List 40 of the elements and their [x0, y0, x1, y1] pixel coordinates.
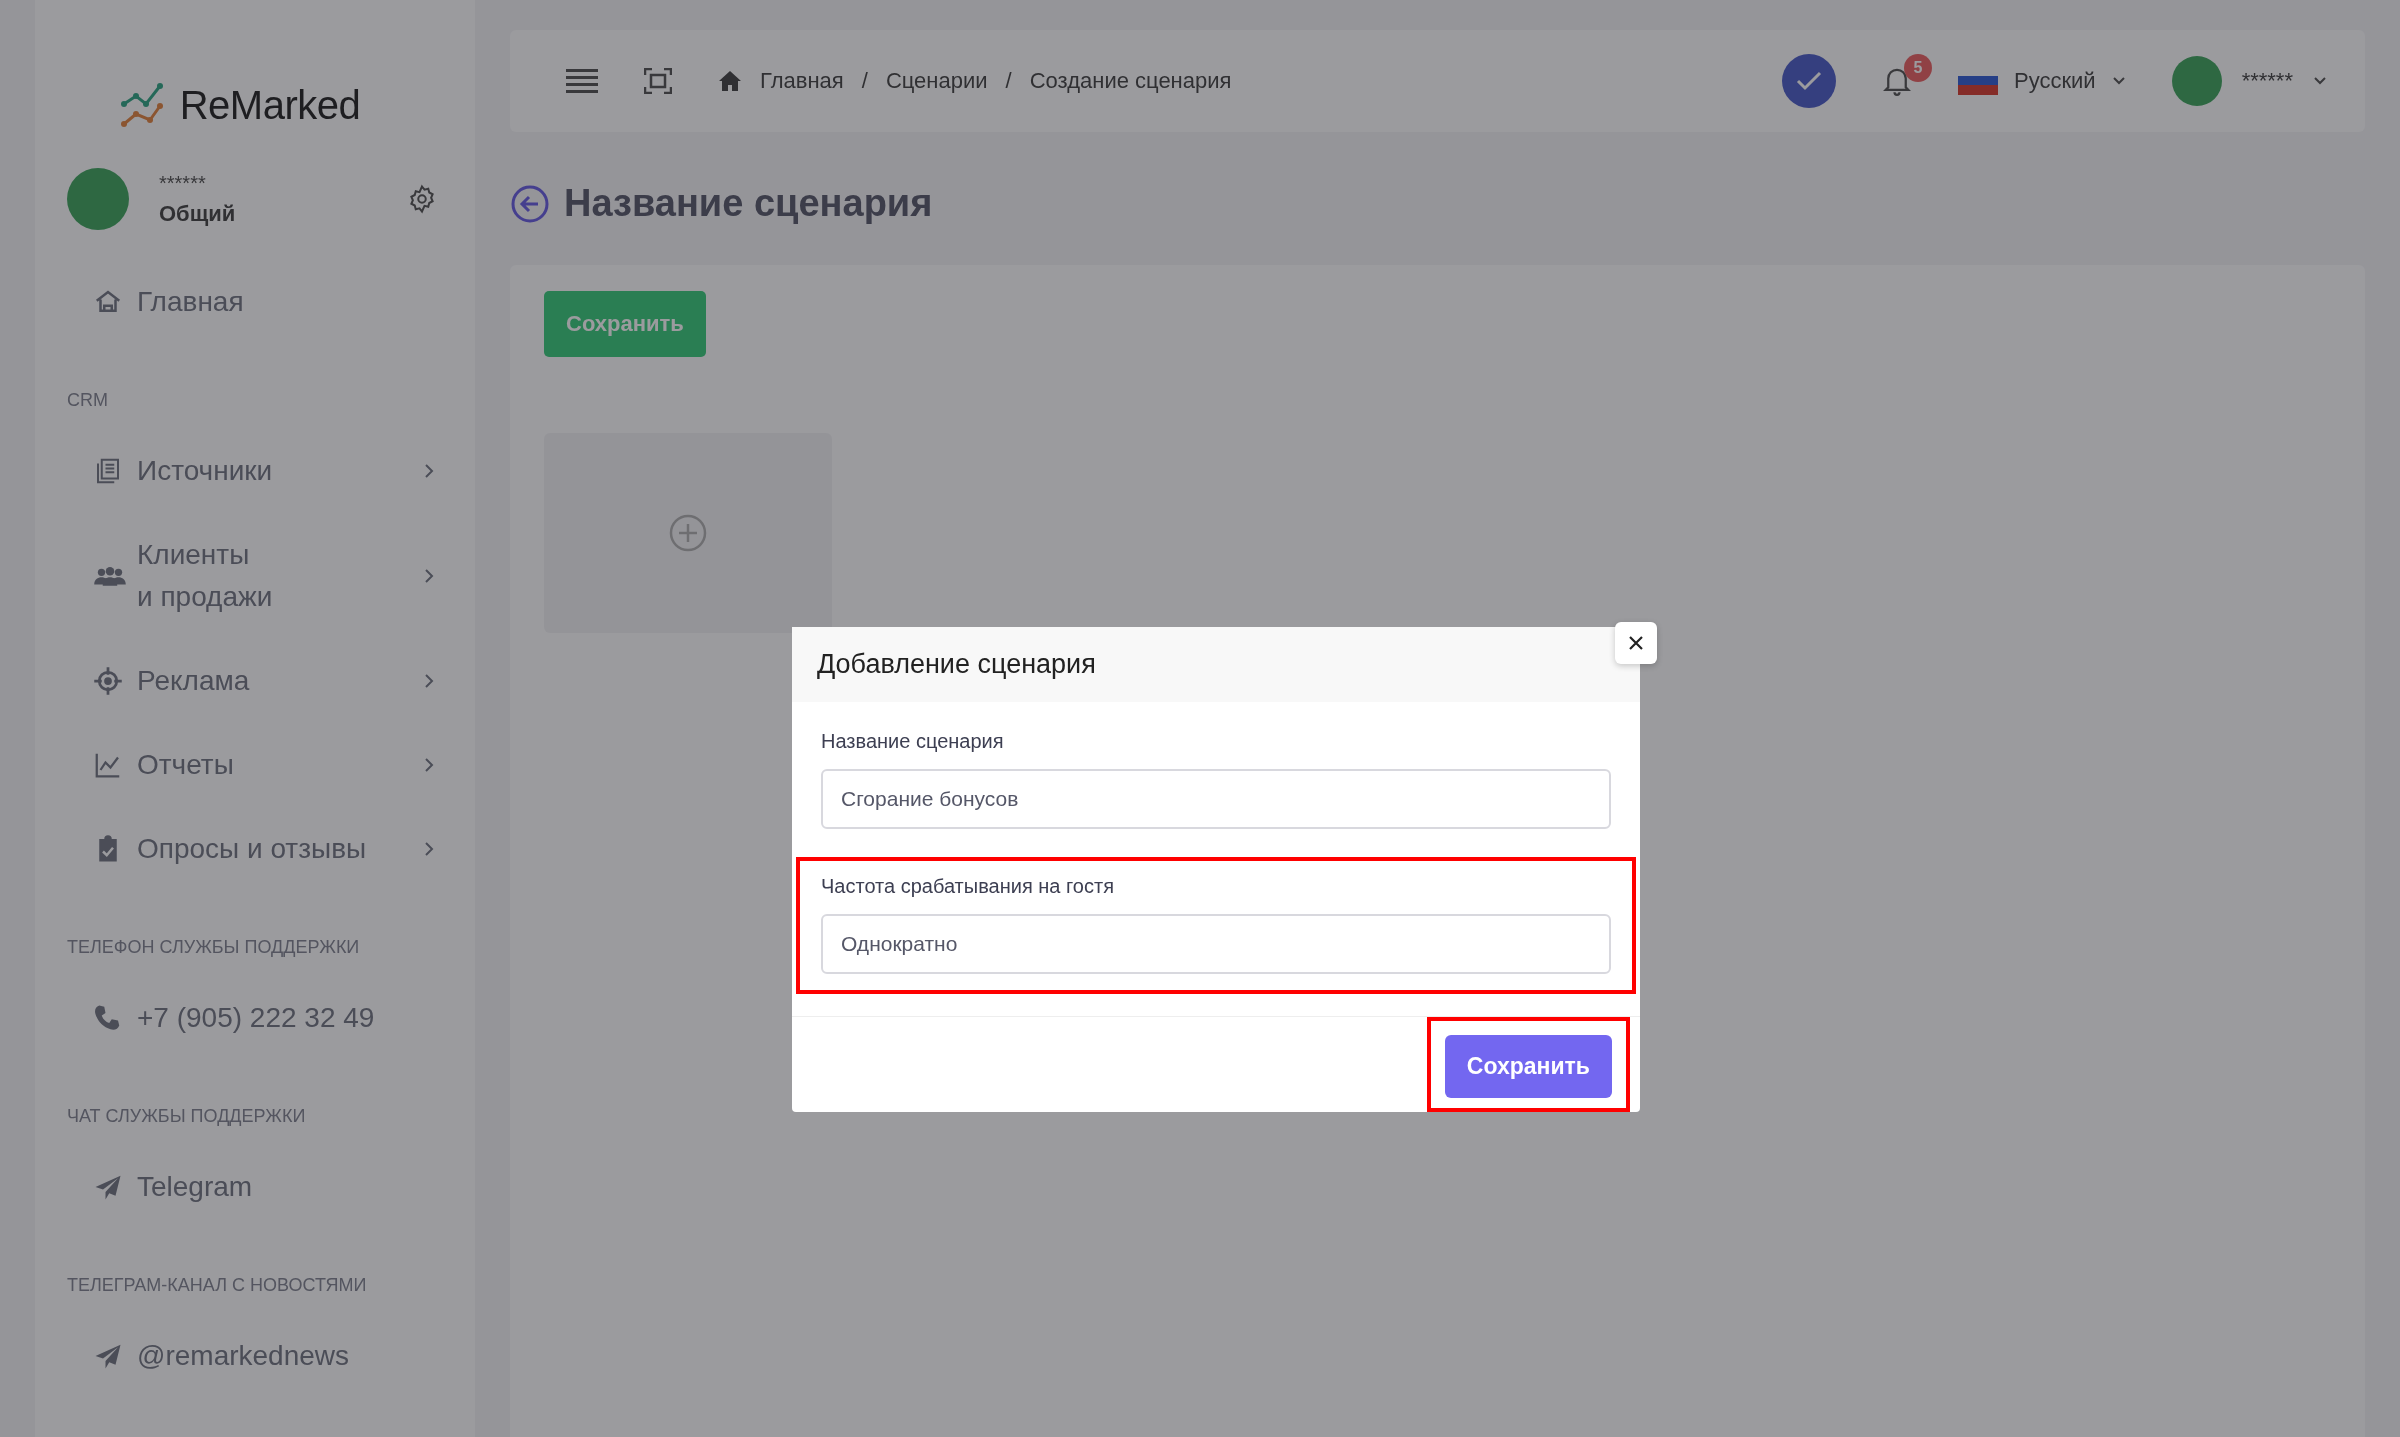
user-menu[interactable]: ****** — [2171, 56, 2327, 106]
nav-label: Telegram — [137, 1170, 254, 1204]
field-label: Название сценария — [821, 730, 1005, 753]
breadcrumb-separator: / — [861, 68, 868, 94]
account-role: Общий — [159, 200, 237, 227]
field-label: Частота срабатывания на гостя — [821, 875, 1115, 898]
nav-label: Отчеты — [137, 748, 235, 782]
nav-label: @remarkednews — [137, 1339, 351, 1373]
notification-badge: 5 — [1904, 54, 1932, 82]
account-name: ****** — [159, 171, 207, 195]
nav-label: Клиенты и продажи — [137, 538, 274, 614]
nav-label: Главная — [137, 285, 245, 319]
breadcrumb-link[interactable]: Сценарии — [885, 68, 988, 94]
nav-label: Опросы и отзывы — [137, 832, 368, 866]
nav-label: Источники — [137, 454, 274, 488]
section-heading: ТЕЛЕФОН СЛУЖБЫ ПОДДЕРЖКИ — [66, 936, 361, 959]
input-field[interactable]: Сгорание бонусов — [821, 769, 1611, 829]
modal-title: Добавление сценария — [817, 649, 1096, 679]
breadcrumb-separator: / — [1005, 68, 1012, 94]
nav-item[interactable]: Отчеты — [35, 723, 475, 807]
nav-item[interactable]: Реклама — [35, 639, 475, 723]
nav-item[interactable]: Источники — [35, 429, 475, 513]
page-title: Название сценария — [564, 182, 933, 225]
nav-item[interactable]: @remarkednews — [35, 1314, 475, 1398]
nav-item[interactable]: Telegram — [35, 1145, 475, 1229]
save-button[interactable]: Сохранить — [544, 291, 706, 357]
language-selector[interactable]: Русский — [1958, 67, 2126, 95]
section-heading: ТЕЛЕГРАМ-КАНАЛ С НОВОСТЯМИ — [66, 1274, 368, 1297]
section-heading: ЧАТ СЛУЖБЫ ПОДДЕРЖКИ — [66, 1105, 307, 1128]
brand-name: ReMarked — [179, 82, 361, 128]
nav-item[interactable]: Клиенты и продажи — [35, 513, 475, 639]
nav-item[interactable]: +7 (905) 222 32 49 — [35, 976, 475, 1060]
save-button[interactable]: Сохранить — [1444, 1035, 1612, 1098]
nav-item[interactable]: Опросы и отзывы — [35, 807, 475, 891]
nav-item[interactable]: Главная — [35, 260, 475, 344]
nav-label: +7 (905) 222 32 49 — [137, 1001, 376, 1035]
nav-label: Реклама — [137, 664, 251, 698]
input-field[interactable]: Однократно — [821, 914, 1611, 974]
breadcrumb-link[interactable]: Главная — [760, 68, 844, 94]
section-heading: CRM — [66, 389, 109, 412]
